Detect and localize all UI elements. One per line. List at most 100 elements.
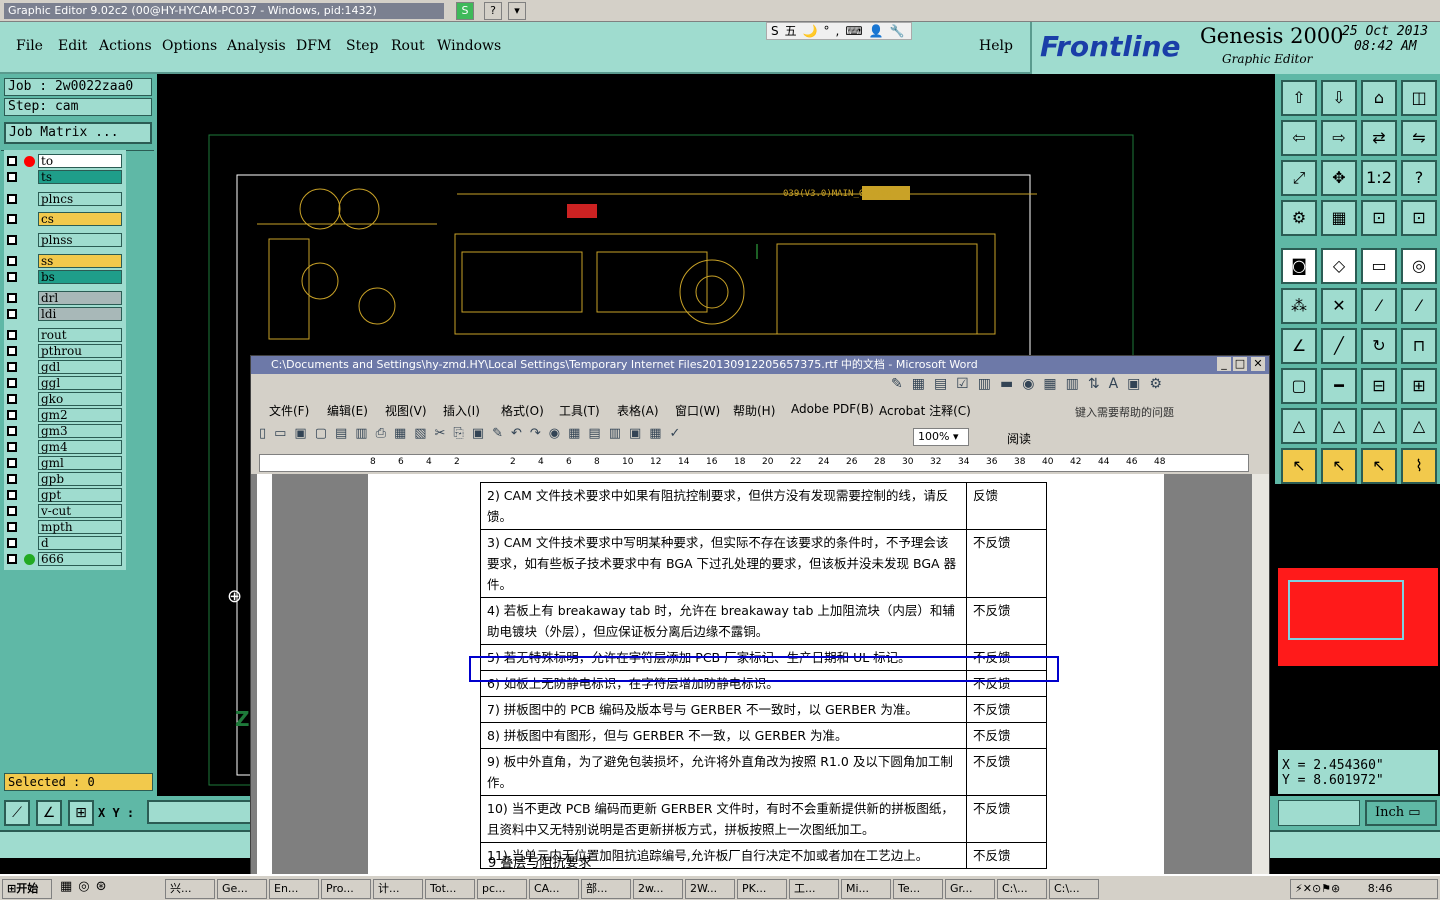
tool-button-icon[interactable]: ▢ [1281, 368, 1317, 404]
tool-button-icon[interactable]: ↖ [1281, 448, 1317, 484]
layer-checkbox[interactable] [7, 272, 17, 282]
dropdown-icon[interactable]: ▾ [508, 2, 526, 20]
layer-row-ss[interactable]: ss [4, 254, 124, 268]
tool-button-icon[interactable]: △ [1281, 408, 1317, 444]
start-button[interactable]: ⊞开始 [2, 879, 52, 899]
tool-button-icon[interactable]: ▭ [1361, 248, 1397, 284]
tool-button-icon[interactable]: ⇄ [1361, 120, 1397, 156]
taskbar-item[interactable]: 计... [373, 879, 423, 899]
layer-row-gm3[interactable]: gm3 [4, 424, 124, 438]
layer-row-gm2[interactable]: gm2 [4, 408, 124, 422]
layer-checkbox[interactable] [7, 309, 17, 319]
layer-checkbox[interactable] [7, 235, 17, 245]
ime-toolbar[interactable]: S五🌙°,⌨👤🔧 [766, 22, 912, 40]
layer-row-ldi[interactable]: ldi [4, 307, 124, 321]
tool-button-icon[interactable]: ━ [1321, 368, 1357, 404]
close-icon[interactable]: ✕ [1251, 357, 1265, 371]
layer-row-gpt[interactable]: gpt [4, 488, 124, 502]
grid-icon[interactable]: ⊞ [68, 800, 94, 826]
tool-button-icon[interactable]: △ [1401, 408, 1437, 444]
taskbar-item[interactable]: 2w... [633, 879, 683, 899]
taskbar-item[interactable]: En... [269, 879, 319, 899]
tool-button-icon[interactable]: ▦ [1321, 200, 1357, 236]
read-button[interactable]: 阅读 [1007, 430, 1031, 447]
tool-button-icon[interactable]: ⇩ [1321, 80, 1357, 116]
menu-analysis[interactable]: Analysis [227, 38, 286, 54]
word-menu-item[interactable]: 帮助(H) [733, 402, 775, 419]
minimize-icon[interactable]: _ [1217, 357, 1231, 371]
help-icon[interactable]: ? [484, 2, 502, 20]
tool-button-icon[interactable]: ⇧ [1281, 80, 1317, 116]
tool-button-icon[interactable]: ╱ [1321, 328, 1357, 364]
tool-button-icon[interactable]: △ [1321, 408, 1357, 444]
taskbar-item[interactable]: CA... [529, 879, 579, 899]
layer-checkbox[interactable] [7, 538, 17, 548]
layer-checkbox[interactable] [7, 490, 17, 500]
layer-checkbox[interactable] [7, 554, 17, 564]
word-standard-toolbar[interactable]: ▯▭▣▢▤▥⎙▦▧✂⎘▣✎↶↷◉▦▤▥▣▦✓ [259, 426, 899, 448]
taskbar-item[interactable]: PK... [737, 879, 787, 899]
layer-row-pthrou[interactable]: pthrou [4, 344, 124, 358]
zoom-select[interactable]: 100% ▾ [913, 428, 969, 446]
tool-button-icon[interactable]: ↖ [1361, 448, 1397, 484]
word-menu-item[interactable]: 视图(V) [385, 402, 427, 419]
taskbar-item[interactable]: Gr... [945, 879, 995, 899]
layer-checkbox[interactable] [7, 346, 17, 356]
taskbar-item[interactable]: 兴... [165, 879, 215, 899]
job-matrix-button[interactable]: Job Matrix ... [4, 122, 152, 144]
menu-rout[interactable]: Rout [391, 38, 425, 54]
word-menu-item[interactable]: Acrobat 注释(C) [879, 402, 971, 419]
layer-checkbox[interactable] [7, 256, 17, 266]
layer-checkbox[interactable] [7, 293, 17, 303]
quick-launch-icon[interactable]: ▦◎⊛ [60, 879, 160, 899]
tool-button-icon[interactable]: △ [1361, 408, 1397, 444]
tool-button-icon[interactable]: ✕ [1321, 288, 1357, 324]
tool-button-icon[interactable]: ✥ [1321, 160, 1357, 196]
layer-checkbox[interactable] [7, 426, 17, 436]
menu-actions[interactable]: Actions [99, 38, 152, 54]
app-s-icon[interactable]: S [456, 2, 474, 20]
layer-checkbox[interactable] [7, 394, 17, 404]
maximize-icon[interactable]: □ [1233, 357, 1247, 371]
layer-checkbox[interactable] [7, 330, 17, 340]
xy-input[interactable] [147, 800, 252, 824]
tool-button-icon[interactable]: ∠ [1281, 328, 1317, 364]
tool-button-icon[interactable]: ⊡ [1361, 200, 1397, 236]
vertical-scrollbar[interactable] [1251, 474, 1269, 876]
tool-button-icon[interactable]: ◇ [1321, 248, 1357, 284]
horizontal-ruler[interactable]: 8 6 4 2 2 4 6 8 10 12 14 16 18 20 22 24 26 28 30 32 34 36 38 40… [259, 454, 1249, 472]
tool-button-icon[interactable]: ⌇ [1401, 448, 1437, 484]
taskbar-item[interactable]: Mi... [841, 879, 891, 899]
layer-row-ts[interactable]: ts [4, 170, 124, 184]
tool-button-icon[interactable]: 1:2 [1361, 160, 1397, 196]
tool-button-icon[interactable]: ↻ [1361, 328, 1397, 364]
layer-checkbox[interactable] [7, 362, 17, 372]
word-menu-item[interactable]: 窗口(W) [675, 402, 720, 419]
layer-row-gm4[interactable]: gm4 [4, 440, 124, 454]
layer-row-ggl[interactable]: ggl [4, 376, 124, 390]
taskbar-item[interactable]: Te... [893, 879, 943, 899]
taskbar-item[interactable]: 部... [581, 879, 631, 899]
command-field[interactable] [1278, 800, 1360, 826]
tool-button-icon[interactable]: ⤢ [1281, 160, 1317, 196]
layer-checkbox[interactable] [7, 442, 17, 452]
tool-button-icon[interactable]: ⇦ [1281, 120, 1317, 156]
layer-checkbox[interactable] [7, 522, 17, 532]
taskbar-item[interactable]: Ge... [217, 879, 267, 899]
taskbar-item[interactable]: C:\... [997, 879, 1047, 899]
angle-icon[interactable]: ∠ [36, 800, 62, 826]
word-menu-item[interactable]: 工具(T) [559, 402, 600, 419]
tool-button-icon[interactable]: ⇋ [1401, 120, 1437, 156]
layer-row-cs[interactable]: cs [4, 212, 124, 226]
layer-row-mpth[interactable]: mpth [4, 520, 124, 534]
layer-checkbox[interactable] [7, 172, 17, 182]
layer-checkbox[interactable] [7, 474, 17, 484]
taskbar-item[interactable]: pc... [477, 879, 527, 899]
tool-button-icon[interactable]: ⁂ [1281, 288, 1317, 324]
layer-row-to[interactable]: to [4, 154, 124, 168]
layer-checkbox[interactable] [7, 194, 17, 204]
taskbar-item[interactable]: Tot... [425, 879, 475, 899]
layer-row-gpb[interactable]: gpb [4, 472, 124, 486]
layer-row-plncs[interactable]: plncs [4, 192, 124, 206]
tool-button-icon[interactable]: ◎ [1401, 248, 1437, 284]
